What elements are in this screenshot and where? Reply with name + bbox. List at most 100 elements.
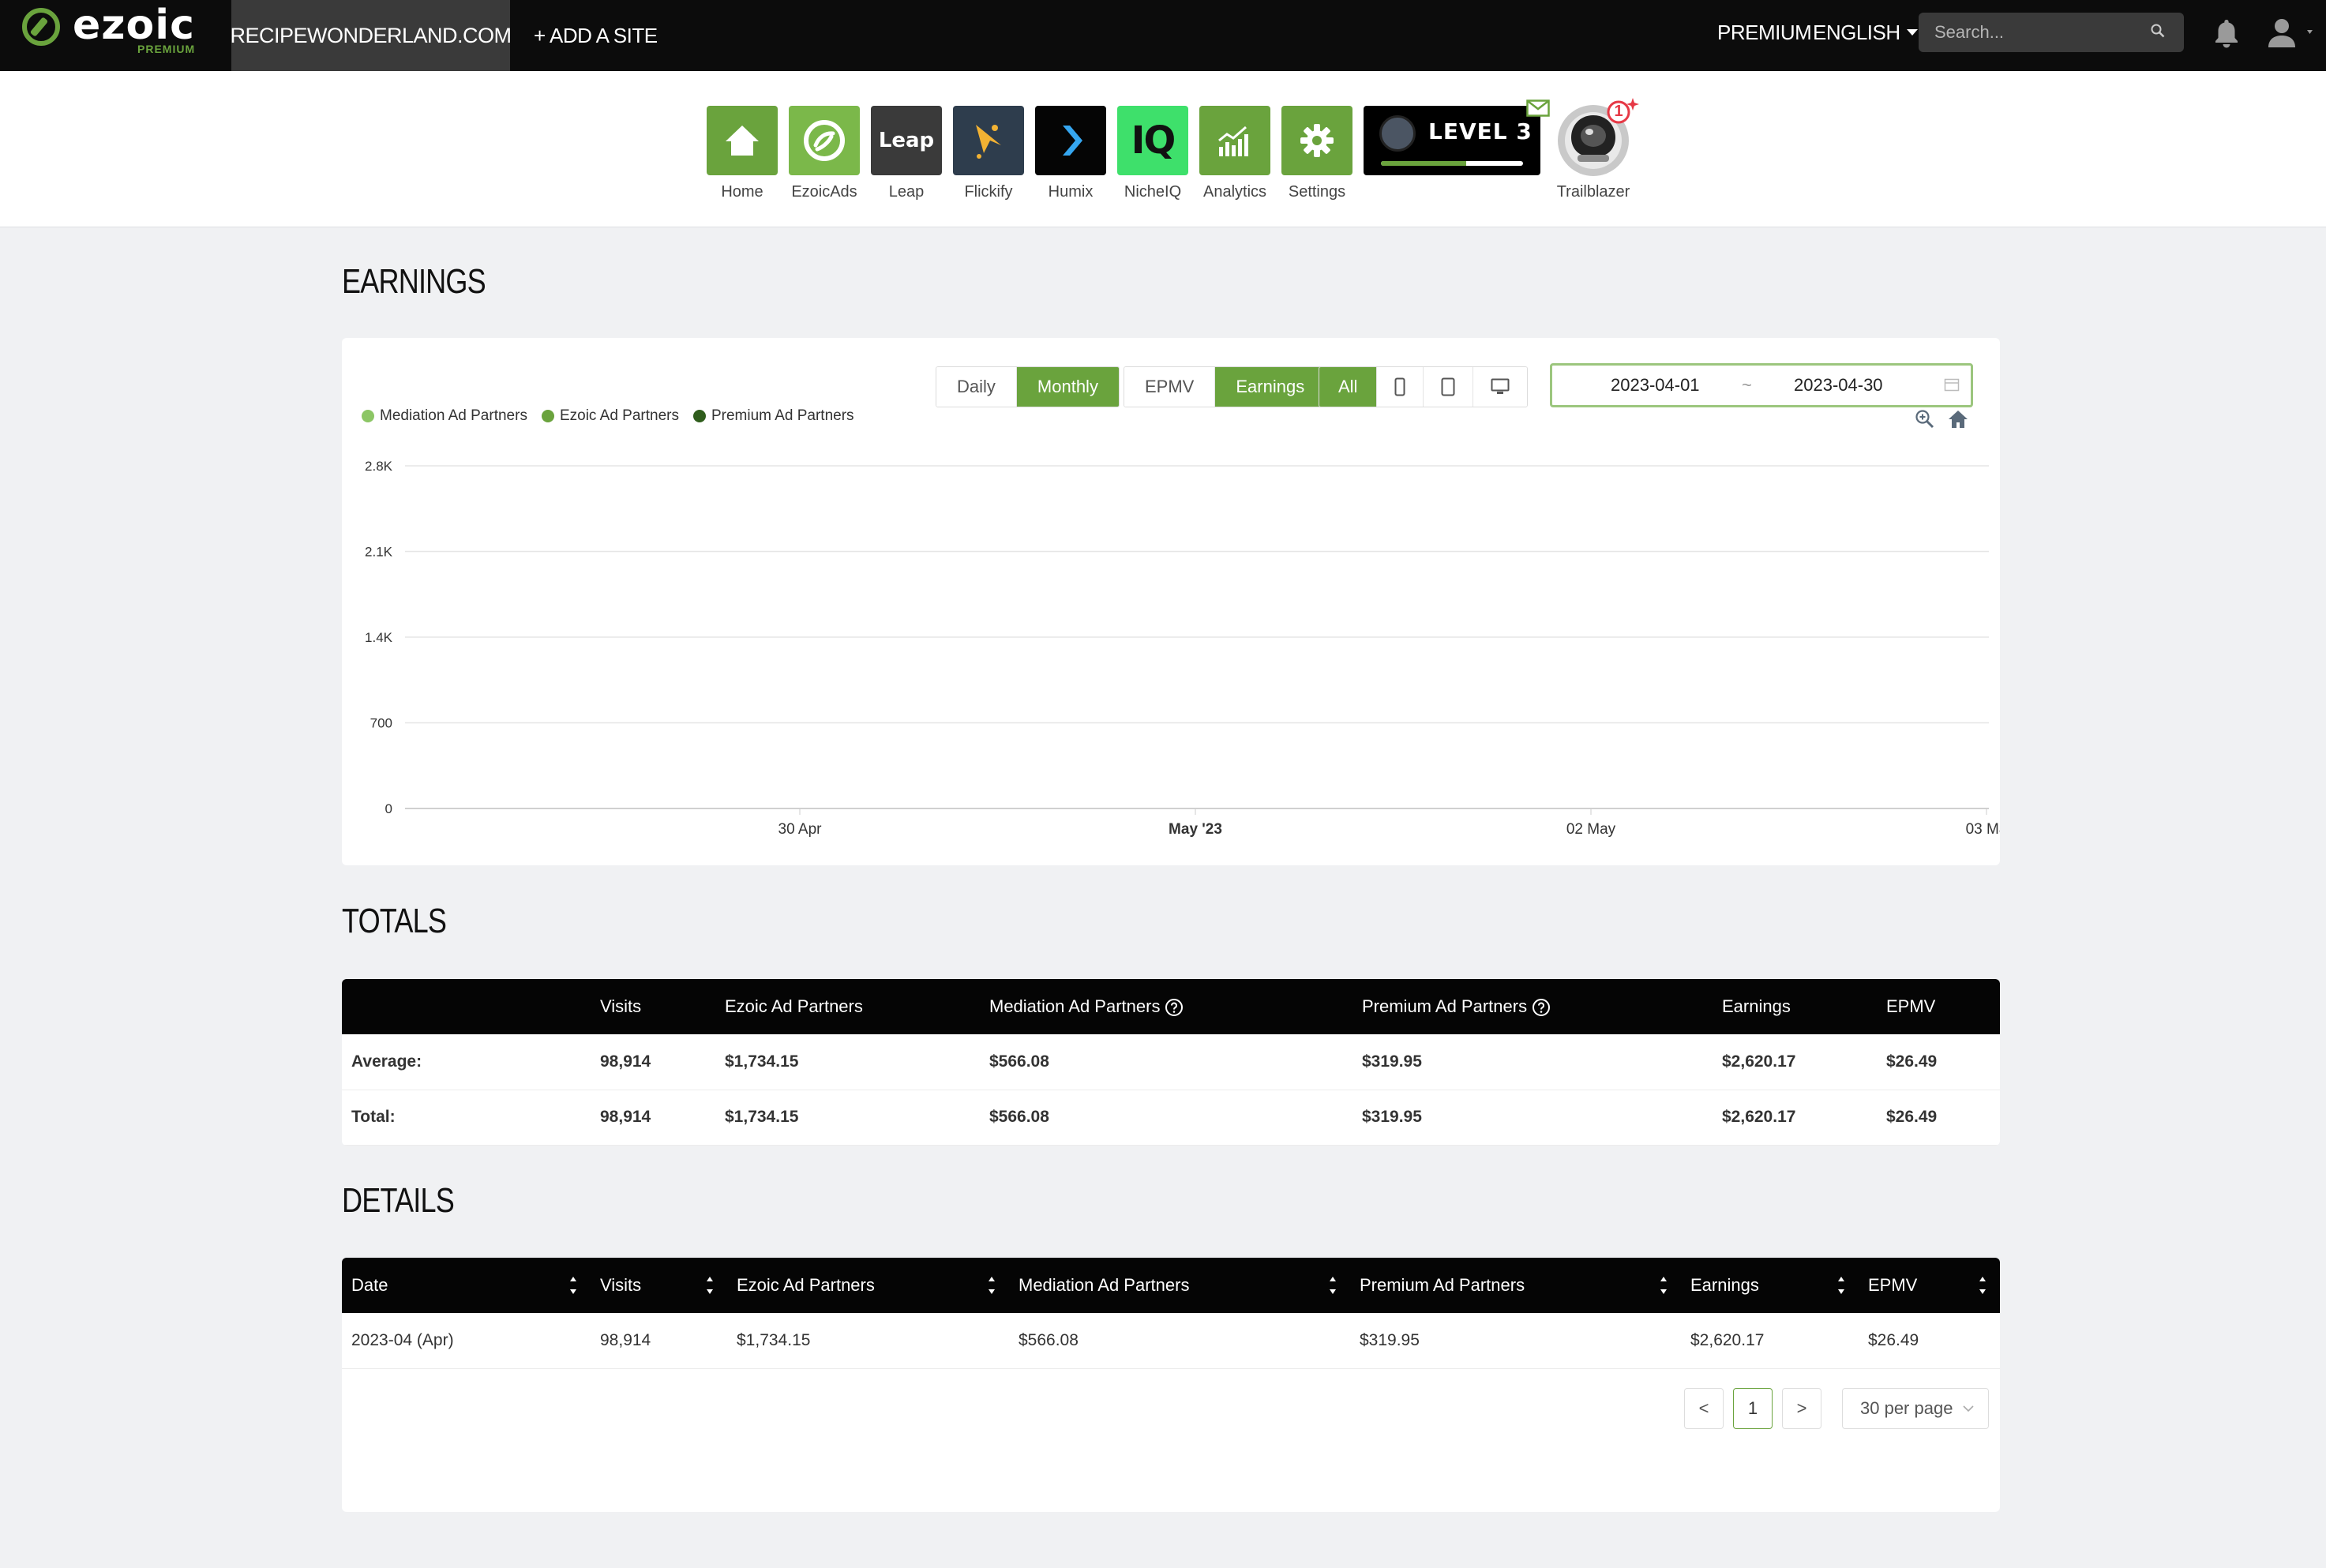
header-label: Ezoic Ad Partners: [737, 1275, 875, 1295]
sort-icon[interactable]: [1659, 1274, 1668, 1297]
search-input[interactable]: [1919, 13, 2184, 52]
site-selector[interactable]: RECIPEWONDERLAND.COM: [230, 0, 512, 71]
level-badge[interactable]: LEVEL 3: [1364, 106, 1540, 175]
help-icon[interactable]: [1165, 998, 1184, 1017]
sortable-header-ezoic[interactable]: Ezoic Ad Partners: [727, 1258, 1009, 1313]
level-progress-bar: [1381, 161, 1523, 166]
table-cell: 98,914: [591, 1090, 715, 1146]
totals-table: Visits Ezoic Ad Partners Mediation Ad Pa…: [342, 979, 2000, 1146]
table-cell: Average:: [342, 1034, 591, 1090]
chevron-down-icon: [1963, 1405, 1974, 1412]
y-tick-label: 2.1K: [365, 545, 393, 560]
sort-icon[interactable]: [987, 1274, 996, 1297]
sortable-header-earnings[interactable]: Earnings: [1681, 1258, 1859, 1313]
totals-header-row: Visits Ezoic Ad Partners Mediation Ad Pa…: [342, 979, 2000, 1034]
sortable-header-premium[interactable]: Premium Ad Partners: [1350, 1258, 1681, 1313]
caret-down-icon: [1906, 29, 1918, 36]
table-cell: $1,734.15: [715, 1034, 980, 1090]
ezoic-logo-mark: [22, 8, 60, 46]
notification-badge: 1: [1614, 103, 1623, 120]
table-cell: $319.95: [1350, 1313, 1681, 1369]
header-label: Date: [351, 1275, 388, 1295]
app-leap[interactable]: Leap Leap: [871, 106, 942, 201]
brand-name: ezoic: [73, 2, 195, 49]
ezoic-logo[interactable]: ezoic PREMIUM: [0, 0, 231, 71]
header-label: Mediation Ad Partners: [1019, 1275, 1190, 1295]
totals-row: Total: 98,914 $1,734.15 $566.08 $319.95 $2,62…: [342, 1090, 2000, 1146]
app-label: Settings: [1288, 183, 1346, 201]
header-label: Earnings: [1690, 1275, 1759, 1295]
avatar: [1379, 115, 1416, 152]
prev-page-button[interactable]: <: [1684, 1388, 1724, 1429]
col-header-mediation: Mediation Ad Partners: [980, 979, 1352, 1034]
col-header-earnings: Earnings: [1713, 979, 1877, 1034]
humix-icon: [1035, 106, 1106, 175]
table-cell: $1,734.15: [715, 1090, 980, 1146]
page-1-button[interactable]: 1: [1733, 1388, 1773, 1429]
table-cell: 2023-04 (Apr): [342, 1313, 591, 1369]
sortable-header-epmv[interactable]: EPMV: [1859, 1258, 2000, 1313]
gear-icon: [1281, 106, 1352, 175]
col-header-label: [342, 979, 591, 1034]
level-label: LEVEL 3: [1428, 118, 1533, 144]
ezoicads-icon: [789, 106, 860, 175]
table-cell: $1,734.15: [727, 1313, 1009, 1369]
mail-icon[interactable]: [1526, 99, 1550, 117]
app-nicheiq[interactable]: IQ NicheIQ: [1117, 106, 1188, 201]
y-tick-label: 700: [370, 716, 392, 731]
app-flickify[interactable]: Flickify: [953, 106, 1024, 201]
user-menu[interactable]: [2266, 17, 2318, 49]
earnings-chart: 2.8K 2.1K 1.4K 700 0 30 Apr May '23 02 May 03 Ma: [365, 459, 2000, 838]
sort-icon[interactable]: [705, 1274, 715, 1297]
app-humix[interactable]: Humix: [1035, 106, 1106, 201]
sort-icon[interactable]: [568, 1274, 578, 1297]
details-table-card: Date Visits Ezoic Ad Partners Mediation Ad …: [342, 1258, 2000, 1512]
sortable-header-visits[interactable]: Visits: [591, 1258, 727, 1313]
earnings-title: EARNINGS: [342, 262, 486, 301]
sort-icon[interactable]: [1836, 1274, 1846, 1297]
sortable-header-mediation[interactable]: Mediation Ad Partners: [1009, 1258, 1350, 1313]
totals-row: Average: 98,914 $1,734.15 $566.08 $319.95 $2,…: [342, 1034, 2000, 1090]
sort-icon[interactable]: [1978, 1274, 1987, 1297]
totals-table-card: Visits Ezoic Ad Partners Mediation Ad Pa…: [342, 979, 2000, 1146]
table-cell: $566.08: [1009, 1313, 1350, 1369]
col-header-ezoic: Ezoic Ad Partners: [715, 979, 980, 1034]
brand-tier: PREMIUM: [137, 43, 196, 55]
trailblazer-icon[interactable]: [1548, 95, 1645, 182]
analytics-icon: [1199, 106, 1270, 175]
per-page-select[interactable]: 30 per page: [1842, 1388, 1989, 1429]
language-dropdown[interactable]: ENGLISH: [1813, 0, 1918, 65]
header-label: EPMV: [1868, 1275, 1918, 1295]
app-settings[interactable]: Settings: [1281, 106, 1352, 201]
table-cell: $26.49: [1859, 1313, 2000, 1369]
sort-icon[interactable]: [1328, 1274, 1337, 1297]
add-site-link[interactable]: + ADD A SITE: [534, 0, 658, 71]
y-tick-label: 0: [385, 801, 392, 816]
bell-icon[interactable]: [2212, 17, 2241, 49]
app-home[interactable]: Home: [707, 106, 778, 201]
next-page-button[interactable]: >: [1782, 1388, 1821, 1429]
help-icon[interactable]: [1532, 998, 1551, 1017]
earnings-chart-card: Daily Monthly EPMV Earnings All 2023-04-…: [342, 338, 2000, 865]
per-page-value: 30 per page: [1860, 1398, 1953, 1418]
x-tick-label: 02 May: [1566, 821, 1616, 838]
col-header-visits: Visits: [591, 979, 715, 1034]
language-label: ENGLISH: [1813, 20, 1900, 44]
app-ezoicads[interactable]: EzoicAds: [789, 106, 860, 201]
totals-title: TOTALS: [342, 902, 447, 940]
leap-logo: Leap: [871, 106, 942, 175]
table-cell: $2,620.17: [1713, 1034, 1877, 1090]
x-tick-label: 30 Apr: [778, 821, 823, 838]
header-label: Visits: [600, 1275, 642, 1295]
premium-link[interactable]: PREMIUM: [1717, 0, 1812, 65]
app-analytics[interactable]: Analytics: [1199, 106, 1270, 201]
details-table: Date Visits Ezoic Ad Partners Mediation Ad …: [342, 1258, 2000, 1369]
flickify-icon: [953, 106, 1024, 175]
home-icon: [707, 106, 778, 175]
trailblazer-label: Trailblazer: [1556, 183, 1630, 201]
nicheiq-logo: IQ: [1117, 106, 1188, 175]
col-header-premium: Premium Ad Partners: [1352, 979, 1713, 1034]
y-tick-label: 2.8K: [365, 459, 393, 474]
sortable-header-date[interactable]: Date: [342, 1258, 591, 1313]
search-icon[interactable]: [2151, 24, 2165, 38]
